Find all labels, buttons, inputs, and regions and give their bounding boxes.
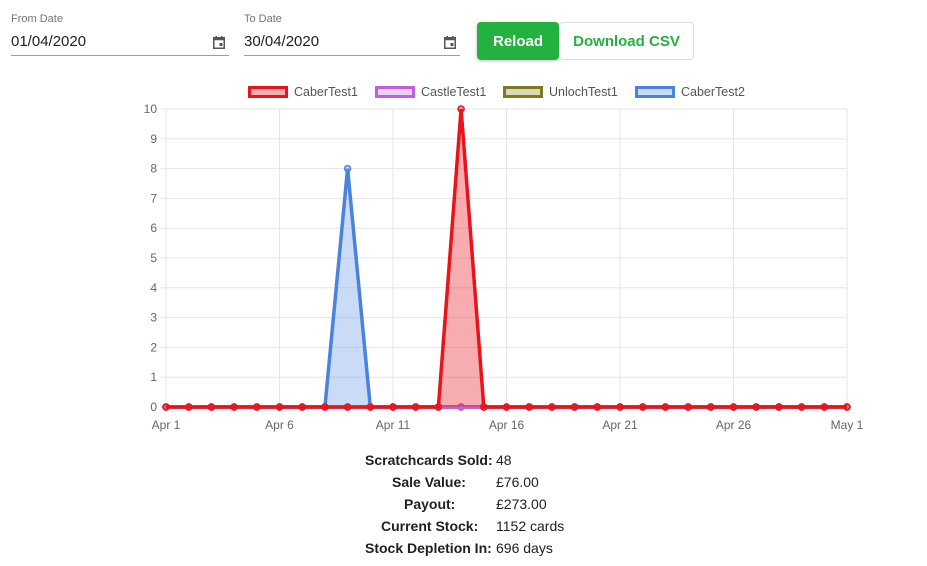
data-point (389, 403, 397, 411)
data-point (457, 105, 465, 113)
stat-label: Sale Value: (392, 474, 466, 490)
data-point (343, 164, 352, 173)
data-point (820, 403, 829, 411)
data-point (707, 403, 715, 411)
data-point (502, 403, 511, 411)
data-point (525, 403, 533, 411)
y-tick-label: 3 (150, 311, 157, 325)
y-tick-label: 7 (150, 191, 157, 205)
y-tick-label: 5 (150, 251, 157, 265)
data-point (752, 403, 760, 411)
stat-value: £76.00 (496, 474, 539, 490)
data-point (638, 403, 647, 411)
stat-value: 1152 cards (496, 518, 565, 534)
y-tick-label: 4 (150, 281, 157, 295)
x-tick-label: May 1 (831, 418, 864, 432)
stat-value: £273.00 (496, 496, 547, 512)
x-tick-label: Apr 16 (489, 418, 525, 432)
y-tick-label: 2 (150, 340, 157, 354)
y-tick-label: 8 (150, 162, 157, 176)
data-point (775, 403, 783, 411)
data-point (480, 403, 488, 411)
data-point (184, 403, 193, 411)
data-point (616, 403, 624, 411)
y-tick-label: 9 (150, 132, 157, 146)
data-point (253, 403, 261, 411)
data-point (411, 403, 420, 411)
data-point (275, 403, 284, 411)
data-point (570, 403, 579, 411)
data-point (343, 403, 352, 411)
data-point (661, 403, 670, 411)
data-point (843, 403, 851, 411)
y-tick-label: 6 (150, 221, 157, 235)
data-point (366, 403, 375, 411)
data-point (321, 403, 329, 411)
data-point (207, 403, 216, 411)
x-tick-label: Apr 1 (152, 418, 181, 432)
stat-label: Payout: (404, 496, 456, 512)
data-point (548, 403, 556, 411)
data-point (684, 403, 692, 411)
stat-value: 48 (496, 452, 512, 468)
x-tick-label: Apr 21 (602, 418, 638, 432)
data-point (298, 403, 306, 411)
y-tick-label: 0 (150, 400, 157, 414)
data-point (230, 403, 238, 411)
stat-value: 696 days (496, 540, 553, 556)
y-tick-label: 1 (150, 370, 157, 384)
data-point (593, 403, 602, 411)
data-point (729, 403, 738, 411)
stat-label: Stock Depletion In: (365, 540, 492, 556)
y-tick-label: 10 (144, 102, 158, 116)
stat-label: Scratchcards Sold: (365, 452, 493, 468)
data-point (797, 403, 806, 411)
x-tick-label: Apr 11 (376, 418, 411, 432)
stat-label: Current Stock: (381, 518, 479, 534)
data-point (434, 403, 443, 411)
x-tick-label: Apr 6 (265, 418, 294, 432)
x-tick-label: Apr 26 (716, 418, 752, 432)
data-point (162, 403, 170, 411)
